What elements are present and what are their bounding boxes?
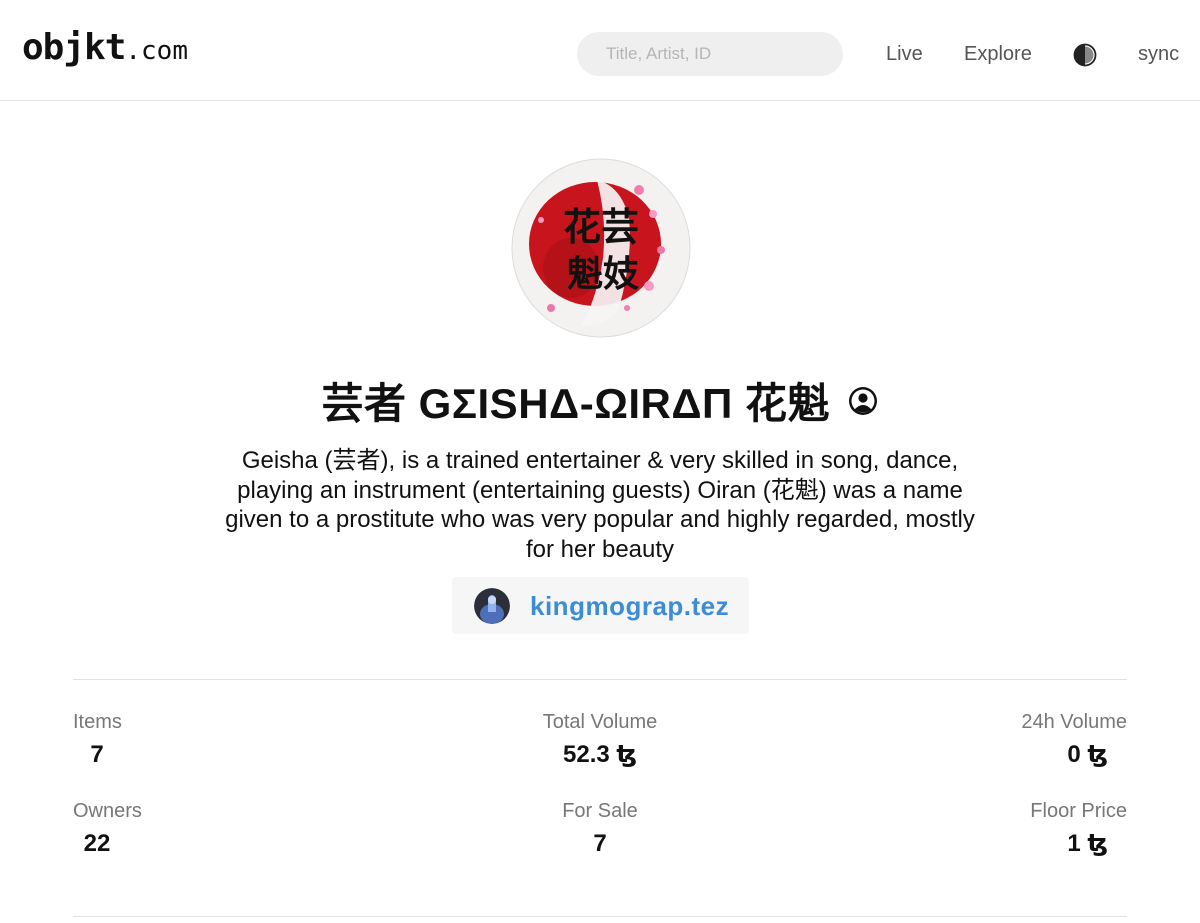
stat-items-value: 7 <box>90 741 104 768</box>
stats-top-divider <box>73 679 1127 680</box>
top-navbar: objkt.com Live Explore sync <box>0 0 1200 101</box>
user-circle-icon[interactable] <box>847 385 879 417</box>
stat-owners-label: Owners <box>73 800 142 822</box>
stat-items-label: Items <box>73 711 122 733</box>
creator-link[interactable]: kingmograp.tez <box>452 577 749 634</box>
collection-title: 芸者 GΣISHΔ-ΩIRΔΠ 花魁 <box>321 380 831 427</box>
stat-24h-volume-label: 24h Volume <box>1021 711 1127 733</box>
collection-title-row: 芸者 GΣISHΔ-ΩIRΔΠ 花魁 <box>0 370 1200 431</box>
search-input[interactable] <box>577 32 843 76</box>
stat-24h-volume-value: 0 ꜩ <box>1067 741 1108 768</box>
collection-description: Geisha (芸者), is a trained entertainer & … <box>225 447 975 563</box>
nav-explore-link[interactable]: Explore <box>964 42 1032 66</box>
stat-for-sale-value: 7 <box>593 830 607 857</box>
stats-bottom-divider <box>73 916 1127 917</box>
logo-tld: .com <box>125 36 188 66</box>
creator-name: kingmograp.tez <box>530 591 730 621</box>
stat-for-sale-label: For Sale <box>562 800 638 822</box>
svg-text:花芸: 花芸 <box>563 205 639 249</box>
svg-text:魁妓: 魁妓 <box>567 254 640 295</box>
stat-floor-price-label: Floor Price <box>1030 800 1127 822</box>
stat-total-volume-value: 52.3 ꜩ <box>563 741 637 768</box>
stat-owners-value: 22 <box>83 830 111 857</box>
site-logo[interactable]: objkt.com <box>22 30 188 66</box>
nav-live-link[interactable]: Live <box>886 42 923 66</box>
theme-toggle-icon[interactable] <box>1073 43 1097 67</box>
logo-wordmark: objkt <box>22 27 126 68</box>
stat-floor-price-value: 1 ꜩ <box>1067 830 1108 857</box>
sync-wallet-link[interactable]: sync <box>1138 42 1179 66</box>
stat-total-volume-label: Total Volume <box>542 711 658 733</box>
creator-avatar <box>474 588 510 624</box>
collection-avatar-image: 花芸 魁妓 <box>511 158 691 338</box>
